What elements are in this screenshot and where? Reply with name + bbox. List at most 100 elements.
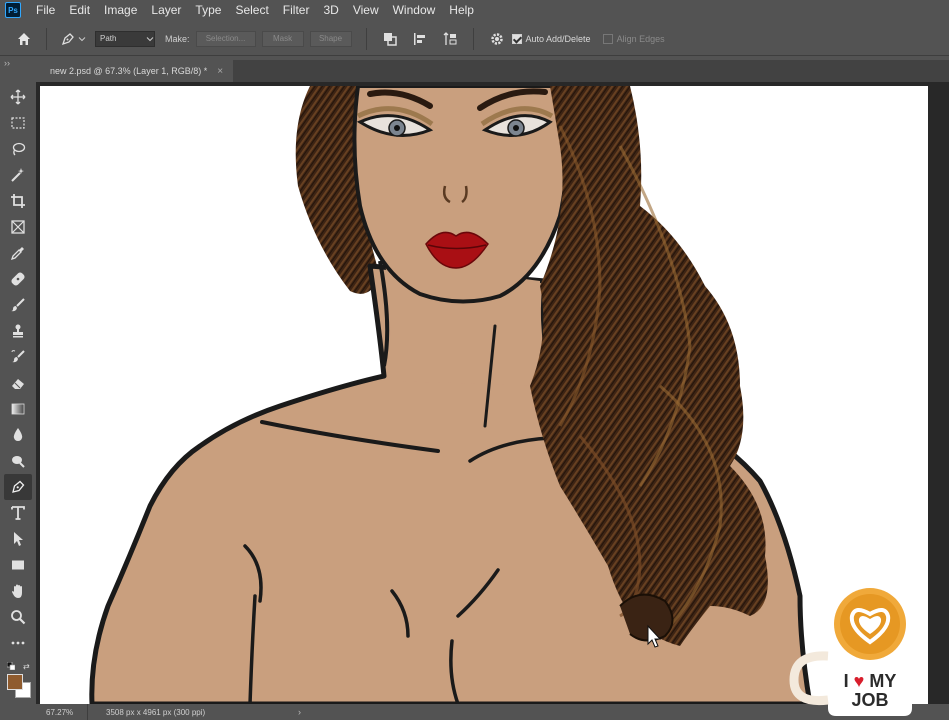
eyedropper-tool[interactable] bbox=[4, 240, 32, 266]
more-tools-button[interactable] bbox=[4, 630, 32, 656]
menu-window[interactable]: Window bbox=[386, 3, 443, 17]
eyedropper-icon bbox=[10, 247, 24, 261]
gradient-icon bbox=[11, 403, 25, 415]
path-alignment-button[interactable] bbox=[410, 29, 430, 49]
zoom-tool[interactable] bbox=[4, 604, 32, 630]
type-icon bbox=[11, 506, 25, 520]
photoshop-logo: Ps bbox=[5, 2, 21, 18]
dodge-tool[interactable] bbox=[4, 448, 32, 474]
move-icon bbox=[10, 89, 26, 105]
separator bbox=[365, 27, 367, 50]
menu-3d[interactable]: 3D bbox=[316, 3, 345, 17]
heart-icon: ♥ bbox=[853, 671, 865, 691]
tools-panel: ⇄ bbox=[0, 84, 36, 720]
blur-tool[interactable] bbox=[4, 422, 32, 448]
status-menu-arrow[interactable]: › bbox=[298, 707, 301, 717]
options-bar: Path Make: Selection... Mask Shape Auto … bbox=[0, 22, 949, 56]
menu-view[interactable]: View bbox=[346, 3, 386, 17]
menu-bar: Ps File Edit Image Layer Type Select Fil… bbox=[0, 0, 949, 20]
menu-filter[interactable]: Filter bbox=[276, 3, 317, 17]
menu-layer[interactable]: Layer bbox=[144, 3, 188, 17]
history-brush-icon bbox=[11, 350, 25, 363]
move-tool[interactable] bbox=[4, 84, 32, 110]
watermark-i: I bbox=[843, 671, 849, 691]
hand-tool[interactable] bbox=[4, 578, 32, 604]
marquee-tool[interactable] bbox=[4, 110, 32, 136]
watermark-logo: I ♥ MY JOB bbox=[784, 584, 924, 718]
type-tool[interactable] bbox=[4, 500, 32, 526]
clone-stamp-icon bbox=[13, 324, 23, 338]
make-label: Make: bbox=[165, 33, 190, 44]
pen-mode-value: Path bbox=[100, 34, 117, 43]
home-icon bbox=[18, 32, 30, 45]
brush-tool[interactable] bbox=[4, 292, 32, 318]
healing-brush-tool[interactable] bbox=[4, 266, 32, 292]
document-tab-title: new 2.psd @ 67.3% (Layer 1, RGB/8) * bbox=[50, 66, 208, 76]
magic-wand-icon bbox=[11, 168, 24, 182]
collapse-panels-icon[interactable]: ›› bbox=[4, 58, 10, 68]
menu-help[interactable]: Help bbox=[442, 3, 481, 17]
pen-mode-select[interactable]: Path bbox=[95, 30, 155, 47]
path-operations-icon bbox=[383, 32, 397, 46]
settings-button[interactable] bbox=[487, 29, 507, 49]
auto-add-delete-checkbox[interactable] bbox=[511, 33, 522, 44]
document-info: 3508 px x 4961 px (300 ppi) bbox=[106, 707, 206, 717]
zoom-icon bbox=[11, 610, 26, 625]
clone-stamp-tool[interactable] bbox=[4, 318, 32, 344]
swap-colors-icon[interactable]: ⇄ bbox=[23, 662, 30, 671]
menu-edit[interactable]: Edit bbox=[62, 3, 97, 17]
watermark-job: JOB bbox=[851, 690, 889, 710]
lasso-icon bbox=[12, 142, 26, 156]
photoshop-window: Ps File Edit Image Layer Type Select Fil… bbox=[0, 0, 949, 720]
hand-icon bbox=[12, 584, 22, 598]
menu-file[interactable]: File bbox=[29, 3, 62, 17]
path-arrangement-icon bbox=[443, 31, 457, 45]
path-selection-tool[interactable] bbox=[4, 526, 32, 552]
path-selection-icon bbox=[14, 532, 23, 546]
eraser-icon bbox=[12, 379, 24, 389]
separator bbox=[472, 27, 474, 50]
blur-icon bbox=[13, 428, 23, 441]
align-edges-label: Align Edges bbox=[616, 33, 665, 44]
rectangle-tool[interactable] bbox=[4, 552, 32, 578]
path-operations-button[interactable] bbox=[380, 29, 400, 49]
healing-brush-icon bbox=[11, 272, 25, 286]
chevron-down-icon bbox=[78, 36, 86, 41]
default-colors-icon[interactable] bbox=[7, 662, 15, 670]
close-icon[interactable]: × bbox=[217, 66, 223, 77]
mask-button[interactable]: Mask bbox=[261, 30, 304, 47]
lasso-tool[interactable] bbox=[4, 136, 32, 162]
home-button[interactable] bbox=[10, 25, 38, 53]
history-brush-tool[interactable] bbox=[4, 344, 32, 370]
foreground-color-swatch[interactable] bbox=[7, 674, 23, 690]
brush-icon bbox=[11, 298, 25, 312]
separator bbox=[46, 27, 47, 50]
chevron-down-icon bbox=[146, 36, 154, 41]
menu-select[interactable]: Select bbox=[228, 3, 275, 17]
shape-button[interactable]: Shape bbox=[309, 30, 352, 47]
document-tab-bar: new 2.psd @ 67.3% (Layer 1, RGB/8) * × bbox=[36, 60, 949, 82]
path-alignment-icon bbox=[413, 32, 425, 45]
dodge-icon bbox=[12, 456, 25, 468]
zoom-level[interactable]: 67.27% bbox=[36, 704, 88, 720]
menu-type[interactable]: Type bbox=[188, 3, 228, 17]
pen-icon bbox=[61, 32, 74, 45]
selection-button[interactable]: Selection... bbox=[195, 30, 256, 47]
align-edges-checkbox[interactable] bbox=[602, 33, 613, 44]
magic-wand-tool[interactable] bbox=[4, 162, 32, 188]
crop-tool[interactable] bbox=[4, 188, 32, 214]
frame-tool[interactable] bbox=[4, 214, 32, 240]
watermark-text: I ♥ MY JOB bbox=[832, 672, 908, 710]
eraser-tool[interactable] bbox=[4, 370, 32, 396]
crop-icon bbox=[11, 194, 25, 208]
menu-image[interactable]: Image bbox=[97, 3, 144, 17]
path-arrangement-button[interactable] bbox=[440, 29, 460, 49]
pen-tool[interactable] bbox=[4, 474, 32, 500]
document-tab[interactable]: new 2.psd @ 67.3% (Layer 1, RGB/8) * × bbox=[36, 60, 234, 82]
gradient-tool[interactable] bbox=[4, 396, 32, 422]
marquee-icon bbox=[11, 117, 25, 129]
color-swatches: ⇄ bbox=[3, 662, 33, 698]
tool-preset-picker[interactable] bbox=[55, 28, 91, 50]
rectangle-icon bbox=[12, 560, 24, 570]
frame-icon bbox=[11, 220, 25, 234]
